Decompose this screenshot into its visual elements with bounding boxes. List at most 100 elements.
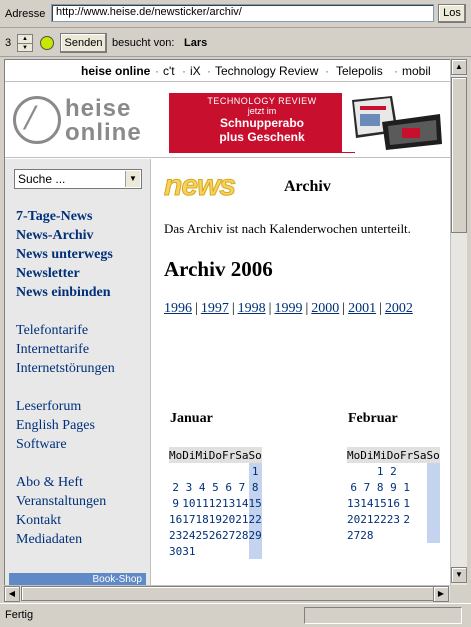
calendar-day-link[interactable]: 4	[196, 479, 209, 495]
calendar-day-link[interactable]: 14	[235, 495, 248, 511]
calendar-day-link[interactable]: 31	[182, 543, 195, 559]
calendar-day-link[interactable]: 28	[235, 527, 248, 543]
spinner-up-icon[interactable]: ▲	[18, 35, 32, 43]
calendar-day-link[interactable]: 2	[400, 511, 413, 527]
calendar-day-link[interactable]: 20	[347, 511, 360, 527]
go-button[interactable]: Los	[438, 4, 466, 23]
calendar-day-link[interactable]: 28	[360, 527, 373, 543]
calendar-day-link[interactable]: 17	[182, 511, 195, 527]
sidebar-link-newsletter[interactable]: Newsletter	[16, 266, 80, 282]
calendar-day-link[interactable]: 21	[235, 511, 248, 527]
calendar-day-link[interactable]: 22	[248, 511, 262, 527]
scroll-right-icon[interactable]: ▶	[433, 586, 449, 602]
calendar-day-link[interactable]: 10	[182, 495, 195, 511]
spinner-stepper[interactable]: ▲ ▼	[17, 34, 33, 52]
address-input[interactable]: http://www.heise.de/newsticker/archiv/	[51, 4, 434, 22]
calendar-day-link[interactable]: 1	[374, 463, 387, 479]
calendar-day-link[interactable]: 6	[222, 479, 235, 495]
horizontal-scrollbar[interactable]: ◀ ▶	[4, 585, 450, 602]
calendar-day-link[interactable]: 14	[360, 495, 373, 511]
calendar-day-link[interactable]: 8	[374, 479, 387, 495]
scroll-left-icon[interactable]: ◀	[4, 586, 20, 602]
sidebar-link-mediadaten[interactable]: Mediadaten	[16, 532, 82, 548]
ad-magazine-bag-image[interactable]	[342, 92, 444, 152]
sidebar-link-software[interactable]: Software	[16, 437, 67, 453]
year-link-1996[interactable]: 1996	[164, 301, 192, 316]
calendar-day-link[interactable]: 7	[235, 479, 248, 495]
calendar-day-link[interactable]: 12	[209, 495, 222, 511]
calendar-day-link[interactable]: 3	[182, 479, 195, 495]
scroll-up-icon[interactable]: ▲	[451, 59, 467, 75]
year-link-1999[interactable]: 1999	[274, 301, 302, 316]
sidebar-link-kontakt[interactable]: Kontakt	[16, 513, 61, 529]
calendar-day-link[interactable]: 22	[374, 511, 387, 527]
sidebar-link-news-einbinden[interactable]: News einbinden	[16, 285, 111, 301]
sidebar-link-telefontarife[interactable]: Telefontarife	[16, 323, 88, 339]
nav-heise-online[interactable]: heise online	[81, 64, 150, 78]
calendar-day-link[interactable]: 21	[360, 511, 373, 527]
nav-ct[interactable]: c't	[163, 64, 175, 78]
vertical-scrollbar[interactable]: ▲ ▼	[450, 59, 467, 585]
calendar-day-link[interactable]: 18	[196, 511, 209, 527]
calendar-day-link[interactable]: 2	[169, 479, 182, 495]
calendar-day-link[interactable]: 19	[209, 511, 222, 527]
bookshop-header[interactable]: Book-Shop	[9, 573, 146, 585]
calendar-day-link[interactable]: 1	[400, 495, 413, 511]
scroll-down-icon[interactable]: ▼	[451, 567, 467, 583]
calendar-day-link[interactable]: 15	[374, 495, 387, 511]
calendar-day-link[interactable]: 15	[248, 495, 262, 511]
send-button[interactable]: Senden	[60, 33, 107, 53]
vertical-scroll-thumb[interactable]	[451, 77, 467, 233]
calendar-empty-cell	[426, 527, 440, 543]
year-link-1997[interactable]: 1997	[201, 301, 229, 316]
calendar-day-link[interactable]: 1	[400, 479, 413, 495]
ad-banner[interactable]: TECHNOLOGY REVIEW jetzt im Schnupperabo …	[169, 93, 355, 153]
calendar-day-link[interactable]: 2	[387, 463, 400, 479]
calendar-day-link[interactable]: 30	[169, 543, 182, 559]
nav-telepolis[interactable]: Telepolis	[336, 64, 383, 78]
nav-mobil[interactable]: mobil	[402, 64, 431, 78]
chevron-down-icon[interactable]: ▼	[125, 171, 140, 187]
calendar-day-link[interactable]: 9	[169, 495, 182, 511]
calendar-day-link[interactable]: 25	[196, 527, 209, 543]
nav-ix[interactable]: iX	[190, 64, 201, 78]
year-link-2001[interactable]: 2001	[348, 301, 376, 316]
spinner-down-icon[interactable]: ▼	[18, 43, 32, 51]
sidebar-link-news-archiv[interactable]: News-Archiv	[16, 228, 94, 244]
calendar-day-link[interactable]: 24	[182, 527, 195, 543]
calendar-day-link[interactable]: 23	[169, 527, 182, 543]
calendar-day-link[interactable]: 16	[169, 511, 182, 527]
weekday-header: Do	[208, 447, 222, 463]
horizontal-scroll-thumb[interactable]	[21, 586, 439, 601]
sidebar-link-abo-heft[interactable]: Abo & Heft	[16, 475, 83, 491]
year-link-1998[interactable]: 1998	[238, 301, 266, 316]
sidebar-link-leserforum[interactable]: Leserforum	[16, 399, 81, 415]
calendar-day-link[interactable]: 5	[209, 479, 222, 495]
sidebar-link-news-unterwegs[interactable]: News unterwegs	[16, 247, 113, 263]
search-select-value: Suche ...	[18, 172, 66, 186]
calendar-day-link[interactable]: 7	[360, 479, 373, 495]
calendar-day-link[interactable]: 9	[387, 479, 400, 495]
calendar-day-link[interactable]: 13	[222, 495, 235, 511]
search-select[interactable]: Suche ... ▼	[14, 169, 142, 189]
calendar-day-link[interactable]: 16	[387, 495, 400, 511]
calendar-day-link[interactable]: 27	[222, 527, 235, 543]
sidebar-link-7-tage-news[interactable]: 7-Tage-News	[16, 209, 92, 225]
calendar-day-link[interactable]: 26	[209, 527, 222, 543]
calendar-day-link[interactable]: 13	[347, 495, 360, 511]
sidebar-link-veranstaltungen[interactable]: Veranstaltungen	[16, 494, 106, 510]
year-link-2000[interactable]: 2000	[311, 301, 339, 316]
calendar-day-link[interactable]: 23	[387, 511, 400, 527]
calendar-day-link[interactable]: 6	[347, 479, 360, 495]
calendar-day-link[interactable]: 8	[248, 479, 262, 495]
calendar-day-link[interactable]: 27	[347, 527, 360, 543]
year-link-2002[interactable]: 2002	[385, 301, 413, 316]
nav-technology-review[interactable]: Technology Review	[215, 64, 318, 78]
sidebar-link-internettarife[interactable]: Internettarife	[16, 342, 89, 358]
calendar-day-link[interactable]: 11	[196, 495, 209, 511]
calendar-day-link[interactable]: 1	[248, 463, 262, 479]
calendar-day-link[interactable]: 20	[222, 511, 235, 527]
calendar-day-link[interactable]: 29	[248, 527, 262, 543]
sidebar-link-internetstoerungen[interactable]: Internetstörungen	[16, 361, 115, 377]
sidebar-link-english-pages[interactable]: English Pages	[16, 418, 95, 434]
